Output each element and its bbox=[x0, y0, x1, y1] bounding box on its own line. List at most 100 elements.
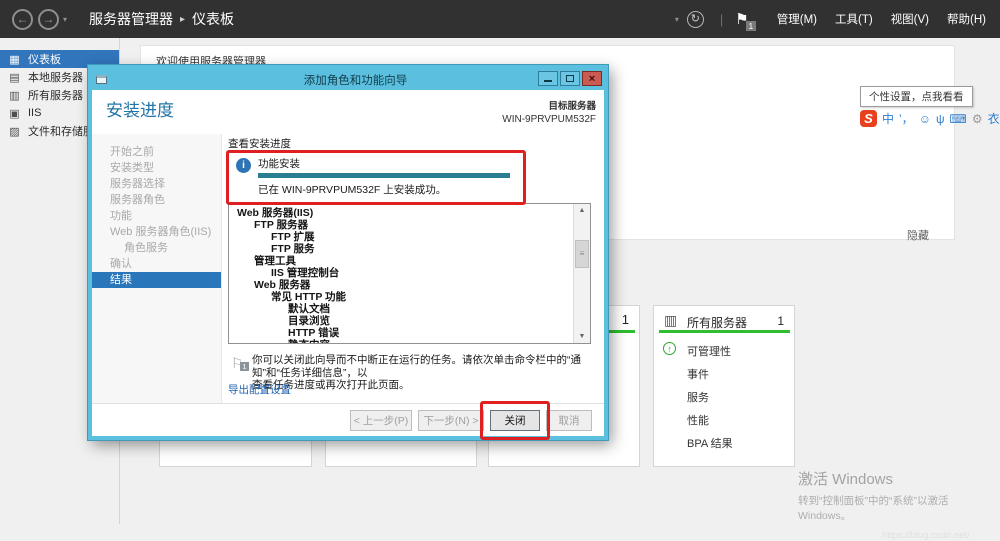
breadcrumb-separator-icon: ▸ bbox=[180, 13, 186, 25]
tree-item[interactable]: IIS 管理控制台 bbox=[229, 267, 590, 279]
menu-tools[interactable]: 工具(T) bbox=[835, 11, 873, 27]
notifications-badge: 1 bbox=[746, 21, 756, 31]
tile-row-manageability[interactable]: 可管理性 bbox=[687, 339, 788, 362]
maximize-icon[interactable] bbox=[560, 71, 580, 86]
ime-chinese-mode-icon[interactable]: 中 bbox=[882, 110, 894, 127]
all-servers-tile: ▥ 所有服务器 1 ↑ 可管理性 事件 服务 性能 BPA 结果 bbox=[653, 305, 795, 467]
watermark-title: 激活 Windows bbox=[798, 471, 894, 488]
sidebar-item-label: IIS bbox=[28, 107, 42, 119]
ime-punctuation-icon[interactable]: ’， bbox=[899, 110, 914, 127]
wizard-page-title: 安装进度 bbox=[106, 101, 174, 120]
tile-row-services[interactable]: 服务 bbox=[687, 385, 788, 408]
activate-windows-watermark: 激活 Windows 转到“控制面板”中的“系统”以激活 Windows。 ht… bbox=[798, 468, 1000, 541]
ime-skin-icon[interactable]: 衣 bbox=[988, 110, 1000, 127]
ime-toolbar: S 中 ’， ☺ ψ ⌨ ⚙ 衣 ▦ bbox=[860, 110, 1000, 127]
watermark-url: https://blog.csdn.net/ bbox=[882, 530, 970, 541]
tree-item[interactable]: 静态内容 bbox=[229, 339, 590, 343]
wizard-nav-results: 结果 bbox=[92, 272, 221, 288]
tree-item[interactable]: FTP 扩展 bbox=[229, 231, 590, 243]
file-storage-icon: ▨ bbox=[9, 125, 20, 138]
export-settings-link[interactable]: 导出配置设置 bbox=[228, 382, 291, 397]
minimize-icon[interactable] bbox=[538, 71, 558, 86]
tile-count: 1 bbox=[777, 314, 784, 328]
previous-button: < 上一步(P) bbox=[350, 409, 412, 431]
annotation-box-progress bbox=[226, 150, 526, 205]
forward-icon[interactable]: → bbox=[38, 8, 59, 30]
tile-row-bpa[interactable]: BPA 结果 bbox=[687, 431, 788, 454]
wizard-nav-confirmation: 确认 bbox=[110, 258, 132, 270]
tree-item[interactable]: 默认文档 bbox=[229, 303, 590, 315]
wizard-nav-before-begin: 开始之前 bbox=[110, 146, 154, 158]
sidebar-item-label: 所有服务器 bbox=[28, 90, 83, 102]
add-roles-wizard-dialog: 添加角色和功能向导 × 安装进度 目标服务器 WIN-9PRVPUM532F 开… bbox=[88, 65, 608, 440]
menu-view[interactable]: 视图(V) bbox=[891, 11, 929, 27]
notifications-caret-icon[interactable]: ▾ bbox=[675, 15, 679, 24]
breadcrumb-app-title[interactable]: 服务器管理器 bbox=[89, 9, 173, 29]
scroll-up-icon[interactable]: ▲ bbox=[574, 204, 590, 217]
target-server-block: 目标服务器 WIN-9PRVPUM532F bbox=[502, 98, 596, 125]
wizard-nav-server-selection: 服务器选择 bbox=[110, 178, 165, 190]
ime-emoji-icon[interactable]: ☺ bbox=[919, 112, 931, 126]
sidebar-item-label: 仪表板 bbox=[28, 54, 61, 66]
wizard-nav-server-roles: 服务器角色 bbox=[110, 194, 165, 206]
local-server-icon: ▤ bbox=[9, 71, 20, 84]
close-icon[interactable]: × bbox=[582, 71, 602, 86]
task-flag-badge: 1 bbox=[240, 362, 249, 371]
dialog-titlebar[interactable]: 添加角色和功能向导 × bbox=[92, 69, 604, 90]
scrollbar[interactable]: ▲ ≡ ▼ bbox=[573, 204, 590, 343]
tree-item[interactable]: 目录浏览 bbox=[229, 315, 590, 327]
sogou-logo-icon[interactable]: S bbox=[860, 110, 877, 127]
wizard-note: 你可以关闭此向导而不中断正在运行的任务。请依次单击命令栏中的“通知”和“任务详细… bbox=[252, 354, 594, 392]
ime-toolbar-area: 个性设置，点我看看 S 中 ’， ☺ ψ ⌨ ⚙ 衣 ▦ bbox=[860, 86, 1000, 127]
all-servers-icon: ▥ bbox=[9, 89, 20, 102]
tile-title[interactable]: 所有服务器 bbox=[687, 314, 747, 331]
notifications-flag-icon[interactable]: ⚑ 1 bbox=[735, 10, 756, 31]
scrollbar-thumb[interactable]: ≡ bbox=[575, 240, 589, 268]
menu-manage[interactable]: 管理(M) bbox=[777, 11, 817, 27]
ime-tooltip: 个性设置，点我看看 bbox=[860, 86, 973, 107]
tree-item[interactable]: 管理工具 bbox=[229, 255, 590, 267]
servers-icon: ▥ bbox=[664, 312, 678, 328]
breadcrumb-page: 仪表板 bbox=[192, 11, 235, 27]
tree-item[interactable]: FTP 服务 bbox=[229, 243, 590, 255]
sidebar-item-label: 本地服务器 bbox=[28, 72, 83, 84]
scroll-down-icon[interactable]: ▼ bbox=[574, 330, 590, 343]
tree-item[interactable]: 常见 HTTP 功能 bbox=[229, 291, 590, 303]
annotation-box-close-button bbox=[480, 401, 550, 440]
refresh-icon[interactable]: ↻ bbox=[686, 10, 704, 28]
tree-item[interactable]: Web 服务器(IIS) bbox=[229, 207, 590, 219]
dialog-icon bbox=[96, 75, 107, 84]
next-button: 下一步(N) > bbox=[418, 409, 484, 431]
ime-keyboard-icon[interactable]: ⌨ bbox=[950, 112, 967, 126]
nav-dropdown-icon[interactable]: ▾ bbox=[63, 15, 67, 24]
iis-icon: ▣ bbox=[9, 107, 20, 120]
top-bar: ← → ▾ 服务器管理器 ▸ 仪表板 ▾ ↻ | ⚑ 1 管理(M) 工具(T)… bbox=[0, 0, 1000, 38]
ime-voice-icon[interactable]: ψ bbox=[936, 112, 945, 126]
wizard-nav-web-role: Web 服务器角色(IIS) bbox=[110, 226, 212, 238]
ime-tools-icon[interactable]: ⚙ bbox=[972, 112, 983, 126]
tree-item[interactable]: HTTP 错误 bbox=[229, 327, 590, 339]
task-flag-icon: ⚐ 1 bbox=[231, 355, 249, 372]
wizard-nav-features: 功能 bbox=[110, 210, 132, 222]
view-progress-label: 查看安装进度 bbox=[228, 138, 291, 150]
tile-status-line bbox=[659, 330, 790, 333]
dialog-title: 添加角色和功能向导 bbox=[303, 74, 408, 87]
tile-count: 1 bbox=[621, 312, 629, 327]
breadcrumb: 服务器管理器 ▸ 仪表板 bbox=[89, 9, 234, 29]
cancel-button: 取消 bbox=[546, 409, 592, 431]
menu-help[interactable]: 帮助(H) bbox=[947, 11, 986, 27]
installed-features-list: Web 服务器(IIS) FTP 服务器 FTP 扩展 FTP 服务 管理工具 … bbox=[228, 203, 591, 344]
wizard-note-line1: 你可以关闭此向导而不中断正在运行的任务。请依次单击命令栏中的“通知”和“任务详细… bbox=[252, 354, 581, 379]
tree-item[interactable]: FTP 服务器 bbox=[229, 219, 590, 231]
tree-item[interactable]: Web 服务器 bbox=[229, 279, 590, 291]
hide-link[interactable]: 隐藏 bbox=[907, 227, 929, 243]
wizard-nav-install-type: 安装类型 bbox=[110, 162, 154, 174]
watermark-line2: 转到“控制面板”中的“系统”以激活 Windows。 bbox=[798, 495, 949, 522]
tile-row-performance[interactable]: 性能 bbox=[687, 408, 788, 431]
tile-row-events[interactable]: 事件 bbox=[687, 362, 788, 385]
wizard-nav: 开始之前 安装类型 服务器选择 服务器角色 功能 Web 服务器角色(IIS) … bbox=[92, 134, 222, 436]
target-server-label: 目标服务器 bbox=[548, 101, 596, 112]
back-icon[interactable]: ← bbox=[12, 8, 33, 30]
target-server-value: WIN-9PRVPUM532F bbox=[502, 114, 596, 125]
dashboard-icon: ▦ bbox=[9, 53, 20, 66]
